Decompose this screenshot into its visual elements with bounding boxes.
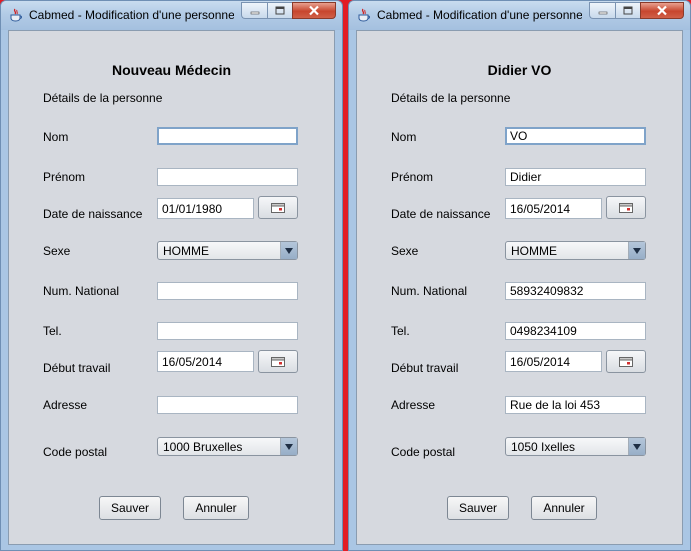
date-naissance-field[interactable]	[157, 198, 254, 219]
date-naissance-picker-button[interactable]	[258, 196, 298, 219]
maximize-button[interactable]	[615, 2, 640, 19]
sexe-select[interactable]: HOMME	[505, 241, 646, 260]
title-bar[interactable]: Cabmed - Modification d'une personne	[1, 1, 342, 30]
close-button[interactable]	[640, 2, 684, 19]
nom-label: Nom	[391, 130, 417, 144]
form-heading: Nouveau Médecin	[111, 62, 232, 78]
adresse-label: Adresse	[391, 398, 436, 412]
calendar-icon	[271, 202, 285, 213]
chevron-down-icon	[633, 247, 641, 254]
calendar-icon	[619, 202, 633, 213]
form-panel: Didier VO Détails de la personne Nom Pré…	[356, 30, 683, 545]
section-subtitle: Détails de la personne	[391, 91, 511, 105]
cancel-button[interactable]: Annuler	[183, 496, 249, 520]
sexe-dropdown-button[interactable]	[628, 242, 645, 259]
save-button[interactable]: Sauver	[447, 496, 509, 520]
tel-field[interactable]	[505, 322, 646, 340]
code-postal-dropdown-button[interactable]	[628, 438, 645, 455]
code-postal-dropdown-button[interactable]	[280, 438, 297, 455]
debut-travail-picker-button[interactable]	[606, 350, 646, 373]
save-button[interactable]: Sauver	[99, 496, 161, 520]
minimize-icon	[598, 11, 607, 14]
date-naissance-picker-button[interactable]	[606, 196, 646, 219]
code-postal-value: 1050 Ixelles	[511, 440, 576, 454]
prenom-field[interactable]	[505, 168, 646, 186]
close-icon	[309, 5, 319, 16]
maximize-icon	[623, 6, 633, 15]
minimize-button[interactable]	[241, 2, 267, 19]
num-national-field[interactable]	[157, 282, 298, 300]
debut-travail-label: Début travail	[43, 361, 111, 375]
calendar-icon	[271, 356, 285, 367]
nom-field[interactable]	[505, 127, 646, 145]
sexe-select[interactable]: HOMME	[157, 241, 298, 260]
form-heading: Didier VO	[487, 62, 552, 78]
minimize-icon	[250, 11, 259, 14]
person-edit-window-new: Cabmed - Modification d'une personne Nou…	[0, 0, 343, 551]
person-edit-window-existing: Cabmed - Modification d'une personne Did…	[348, 0, 691, 551]
sexe-value: HOMME	[511, 244, 557, 258]
window-controls	[241, 2, 336, 20]
chevron-down-icon	[633, 443, 641, 450]
tel-label: Tel.	[43, 324, 62, 338]
code-postal-select[interactable]: 1050 Ixelles	[505, 437, 646, 456]
form-panel: Nouveau Médecin Détails de la personne N…	[8, 30, 335, 545]
window-controls	[589, 2, 684, 20]
close-button[interactable]	[292, 2, 336, 19]
calendar-icon	[619, 356, 633, 367]
window-title: Cabmed - Modification d'une personne	[377, 8, 582, 22]
chevron-down-icon	[285, 443, 293, 450]
debut-travail-field[interactable]	[157, 351, 254, 372]
debut-travail-picker-button[interactable]	[258, 350, 298, 373]
sexe-label: Sexe	[43, 244, 71, 258]
tel-label: Tel.	[391, 324, 410, 338]
sexe-label: Sexe	[391, 244, 419, 258]
code-postal-select[interactable]: 1000 Bruxelles	[157, 437, 298, 456]
date-naissance-label: Date de naissance	[391, 207, 491, 221]
chevron-down-icon	[285, 247, 293, 254]
window-title: Cabmed - Modification d'une personne	[29, 8, 234, 22]
minimize-button[interactable]	[589, 2, 615, 19]
prenom-label: Prénom	[391, 170, 434, 184]
sexe-value: HOMME	[163, 244, 209, 258]
adresse-field[interactable]	[157, 396, 298, 414]
date-naissance-label: Date de naissance	[43, 207, 143, 221]
title-bar[interactable]: Cabmed - Modification d'une personne	[349, 1, 690, 30]
code-postal-value: 1000 Bruxelles	[163, 440, 243, 454]
sexe-dropdown-button[interactable]	[280, 242, 297, 259]
code-postal-label: Code postal	[391, 445, 456, 459]
tel-field[interactable]	[157, 322, 298, 340]
adresse-field[interactable]	[505, 396, 646, 414]
num-national-field[interactable]	[505, 282, 646, 300]
nom-label: Nom	[43, 130, 69, 144]
java-cup-icon	[10, 8, 22, 22]
code-postal-label: Code postal	[43, 445, 108, 459]
prenom-field[interactable]	[157, 168, 298, 186]
cancel-button[interactable]: Annuler	[531, 496, 597, 520]
section-subtitle: Détails de la personne	[43, 91, 163, 105]
java-cup-icon	[358, 8, 370, 22]
debut-travail-label: Début travail	[391, 361, 459, 375]
adresse-label: Adresse	[43, 398, 88, 412]
num-national-label: Num. National	[43, 284, 120, 298]
num-national-label: Num. National	[391, 284, 468, 298]
maximize-button[interactable]	[267, 2, 292, 19]
nom-field[interactable]	[157, 127, 298, 145]
date-naissance-field[interactable]	[505, 198, 602, 219]
maximize-icon	[275, 6, 285, 15]
close-icon	[657, 5, 667, 16]
debut-travail-field[interactable]	[505, 351, 602, 372]
prenom-label: Prénom	[43, 170, 86, 184]
